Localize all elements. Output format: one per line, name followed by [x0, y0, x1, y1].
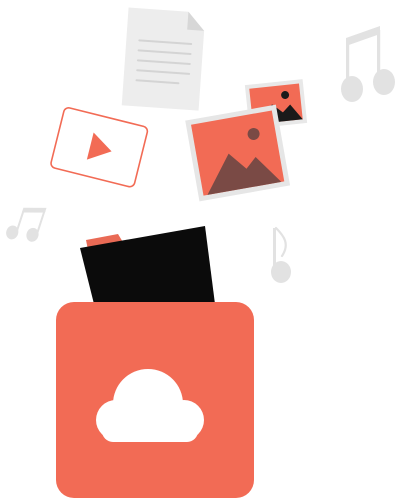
large-image-icon [185, 104, 291, 202]
video-play-icon [50, 107, 149, 188]
folder-icon [80, 226, 215, 304]
cloud-upload-illustration [0, 0, 405, 503]
double-music-note-icon [341, 26, 395, 102]
single-music-note-icon [271, 226, 291, 283]
small-double-music-note-icon [6, 207, 47, 242]
document-icon [121, 7, 205, 111]
illustration-canvas [6, 7, 395, 498]
